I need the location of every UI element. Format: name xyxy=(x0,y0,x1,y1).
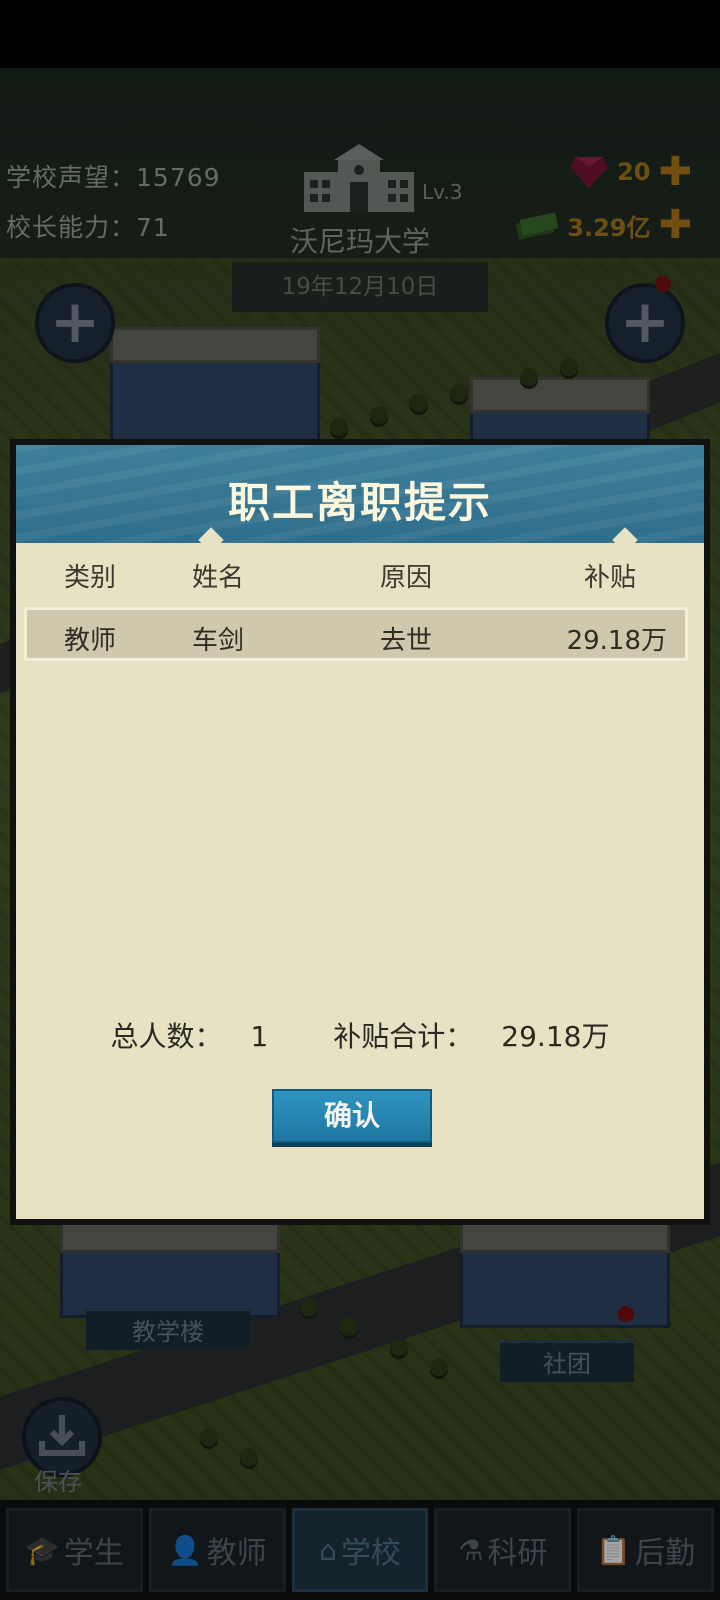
total-subsidy: 补贴合计： 29.18万 xyxy=(319,1020,623,1053)
total-subsidy-label: 补贴合计： xyxy=(333,1020,474,1053)
summary-line: 总人数： 1 补贴合计： 29.18万 xyxy=(16,1015,704,1055)
row-name: 车剑 xyxy=(192,626,245,656)
status-bar xyxy=(0,0,720,68)
row-reason: 去世 xyxy=(380,626,433,656)
total-count-label: 总人数： xyxy=(110,1020,223,1053)
dialog-header: 职工离职提示 xyxy=(16,445,704,543)
dialog-title: 职工离职提示 xyxy=(227,478,492,527)
total-count: 总人数： 1 xyxy=(97,1020,283,1053)
column-category: 类别 xyxy=(64,563,117,593)
confirm-button[interactable]: 确认 xyxy=(272,1089,432,1143)
staff-resignation-dialog: 职工离职提示 类别 姓名 原因 补贴 教师 车剑 去世 29.18万 总人数： 1… xyxy=(10,439,710,1225)
total-subsidy-value: 29.18万 xyxy=(501,1020,610,1053)
dialog-body: 职工离职提示 类别 姓名 原因 补贴 教师 车剑 去世 29.18万 总人数： 1… xyxy=(16,445,704,1219)
column-reason: 原因 xyxy=(380,563,433,593)
total-count-value: 1 xyxy=(250,1020,269,1053)
table-header: 类别 姓名 原因 补贴 xyxy=(16,545,704,603)
row-category: 教师 xyxy=(64,626,117,656)
table-row: 教师 车剑 去世 29.18万 xyxy=(24,607,688,661)
column-name: 姓名 xyxy=(192,563,245,593)
row-subsidy: 29.18万 xyxy=(566,626,667,656)
column-subsidy: 补贴 xyxy=(584,563,637,593)
